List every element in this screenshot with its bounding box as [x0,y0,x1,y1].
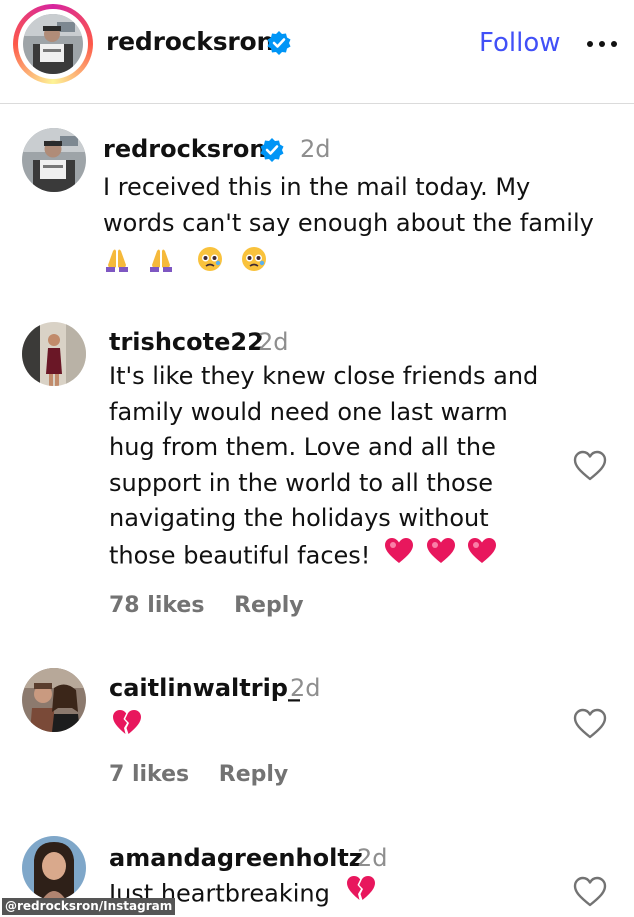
comment-line: those beautiful faces! [109,540,371,569]
broken-heart-emoji-icon [346,875,376,914]
verified-badge-icon [259,137,285,167]
red-heart-emoji-icon [384,537,414,576]
post-header: redrocksron Follow [0,0,634,104]
comment-username[interactable]: amandagreenholtz [109,844,363,872]
commenter-avatar[interactable] [22,322,86,386]
holding-back-tears-emoji-icon [240,245,268,284]
verified-badge-icon [266,30,292,60]
comment-item: caitlinwaltrip_ 2d 7 likes Reply [0,654,634,824]
red-heart-emoji-icon [467,537,497,576]
like-heart-icon[interactable] [572,874,608,910]
photo-credit: @redrocksron/Instagram [2,898,176,915]
comment-line: support in the world to all those [109,468,493,497]
comment-item: trishcote22 2d It's like they knew close… [0,314,634,654]
likes-count[interactable]: 7 likes [109,762,189,787]
comment-meta: 7 likes Reply [109,762,310,787]
like-heart-icon[interactable] [572,706,608,742]
comment-username[interactable]: caitlinwaltrip_ [109,674,300,702]
comment-meta: 78 likes Reply [109,593,326,618]
comment-line: It's like they knew close friends and [109,362,539,390]
caption-text: I received this in the mail today. My wo… [103,170,594,277]
caption-avatar[interactable] [22,128,86,192]
caption-line: words can't say enough about the family [103,208,594,237]
likes-count[interactable]: 78 likes [109,593,204,618]
header-username[interactable]: redrocksron [106,27,274,56]
profile-avatar[interactable] [23,14,83,74]
folded-hands-emoji-icon [147,245,175,284]
comment-line-with-emoji: those beautiful faces! [109,537,538,576]
folded-hands-emoji-icon [103,245,131,284]
holding-back-tears-emoji-icon [196,245,224,284]
reply-button[interactable]: Reply [234,593,304,618]
comment-username[interactable]: trishcote22 [109,328,264,356]
like-heart-icon[interactable] [572,448,608,484]
comment-text: It's like they knew close friends and fa… [109,359,538,575]
broken-heart-emoji-icon [112,709,142,741]
comment-time: 2d [258,328,289,356]
comment-time: 2d [357,844,388,872]
comment-line: family would need one last warm [109,397,508,426]
commenter-avatar[interactable] [22,668,86,732]
post-caption: redrocksron 2d I received this in the ma… [0,104,634,314]
comment-line: hug from them. Love and all the [109,433,496,461]
commenter-avatar[interactable] [22,836,86,900]
more-horizontal-icon[interactable] [585,34,619,54]
red-heart-emoji-icon [426,537,456,576]
caption-emoji-row [103,241,594,277]
comment-time: 2d [290,674,321,702]
follow-button[interactable]: Follow [479,28,561,58]
comment-line: navigating the holidays without [109,504,489,532]
caption-username[interactable]: redrocksron [103,135,267,163]
caption-line: I received this in the mail today. My [103,173,531,201]
reply-button[interactable]: Reply [219,762,289,787]
caption-time: 2d [300,135,331,163]
story-ring[interactable] [13,4,93,84]
